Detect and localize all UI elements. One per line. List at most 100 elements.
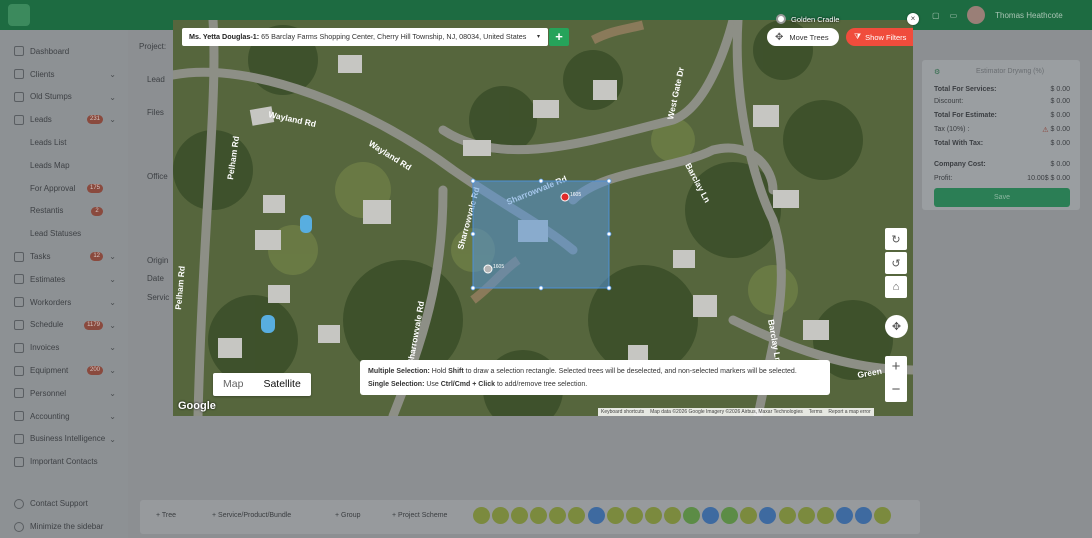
move-trees-button[interactable]: ✥ Move Trees — [767, 28, 839, 46]
report-error-link[interactable]: Report a map error — [828, 408, 870, 416]
tool-icon[interactable] — [854, 507, 872, 524]
keyboard-shortcuts-link[interactable]: Keyboard shortcuts — [601, 408, 644, 416]
sidebar-item[interactable]: Business Intelligence ⌄ — [0, 428, 128, 451]
sidebar-item[interactable]: Important Contacts — [0, 450, 128, 473]
address-text: 65 Barclay Farms Shopping Center, Cherry… — [259, 32, 527, 41]
sidebar-item[interactable]: Lead Statuses — [0, 222, 128, 245]
gear-icon[interactable]: ⚙ — [934, 68, 940, 76]
tool-icon[interactable] — [721, 507, 739, 524]
zoom-in-button[interactable]: + — [885, 356, 907, 379]
map-attribution: Keyboard shortcuts Map data ©2026 Google… — [598, 408, 874, 416]
nav-icon — [14, 388, 24, 399]
rotate-ccw-icon[interactable]: ↺ — [885, 252, 907, 274]
sidebar-item[interactable]: Clients ⌄ — [0, 63, 128, 86]
sidebar-item[interactable]: Leads 231 ⌄ — [0, 108, 128, 131]
rotate-cw-icon[interactable]: ↻ — [885, 228, 907, 250]
sidebar-item[interactable]: Workorders ⌄ — [0, 291, 128, 314]
map-type-satellite[interactable]: Satellite — [253, 373, 310, 396]
nav-icon — [14, 411, 24, 422]
tree-marker[interactable] — [483, 264, 493, 274]
avatar[interactable] — [967, 6, 986, 24]
sidebar-item[interactable]: Personnel ⌄ — [0, 382, 128, 405]
chevron-down-icon: ⌄ — [109, 411, 116, 421]
sidebar-item[interactable]: Old Stumps ⌄ — [0, 86, 128, 109]
sidebar-item[interactable]: Schedule 1179 ⌄ — [0, 314, 128, 337]
sidebar-item-label: Invoices — [30, 343, 60, 353]
sidebar-item[interactable]: Tasks 12 ⌄ — [0, 245, 128, 268]
project-label-office: Office — [147, 172, 168, 181]
notifications-icon[interactable]: ▢ — [932, 11, 940, 20]
project-label-date: Date — [147, 274, 164, 283]
tool-icon[interactable] — [644, 507, 662, 524]
tool-icon[interactable] — [816, 507, 834, 524]
address-select[interactable]: Ms. Yetta Douglas-1: 65 Barclay Farms Sh… — [182, 28, 548, 46]
app-logo[interactable] — [8, 4, 30, 26]
sidebar-item[interactable]: Restantis 2 — [0, 200, 128, 223]
tool-icon[interactable] — [511, 507, 529, 524]
sidebar-item[interactable]: Dashboard — [0, 40, 128, 63]
address-client: Ms. Yetta Douglas-1: — [189, 32, 260, 41]
save-button[interactable]: Save — [934, 188, 1070, 207]
tool-icon[interactable] — [492, 507, 510, 524]
tool-icon[interactable] — [568, 507, 586, 524]
add-tree-button[interactable]: + Tree — [156, 512, 176, 519]
tool-icon[interactable] — [797, 507, 815, 524]
chevron-down-icon: ⌄ — [109, 252, 116, 262]
collapse-icon — [14, 521, 24, 532]
tool-icon[interactable] — [873, 507, 891, 524]
user-name[interactable]: Thomas Heathcote — [995, 11, 1063, 20]
chat-icon[interactable]: ▭ — [950, 11, 958, 20]
tool-icon[interactable] — [549, 507, 567, 524]
add-address-button[interactable]: + — [549, 28, 569, 46]
tool-icon[interactable] — [587, 507, 605, 524]
tool-icon[interactable] — [683, 507, 701, 524]
sidebar-item[interactable]: Leads List — [0, 131, 128, 154]
summary-label: Tax (10%) : — [934, 126, 970, 133]
add-service-button[interactable]: + Service/Product/Bundle — [212, 512, 291, 519]
tool-icon[interactable] — [473, 507, 490, 524]
nav-icon — [14, 433, 24, 444]
sidebar-footer-item[interactable]: Contact Support — [0, 492, 128, 515]
sidebar-footer-item[interactable]: Minimize the sidebar — [0, 515, 128, 538]
chevron-down-icon: ⌄ — [109, 115, 116, 125]
tool-icon[interactable] — [759, 507, 777, 524]
sidebar-item[interactable]: For Approval 175 — [0, 177, 128, 200]
show-filters-button[interactable]: ⧩ Show Filters — [846, 28, 913, 46]
sidebar-item[interactable]: Estimates ⌄ — [0, 268, 128, 291]
pan-control-icon[interactable]: ✥ — [885, 315, 908, 338]
satellite-map[interactable]: Wayland Rd Wayland Rd Sharrowvale Rd Sha… — [173, 20, 913, 416]
sidebar-item-label: Leads — [30, 115, 52, 125]
add-group-button[interactable]: + Group — [335, 512, 361, 519]
sidebar-item-label: Business Intelligence — [30, 434, 106, 444]
sidebar-item[interactable]: Invoices ⌄ — [0, 336, 128, 359]
tool-icon[interactable] — [702, 507, 720, 524]
tool-icon[interactable] — [606, 507, 624, 524]
tree-marker[interactable] — [560, 192, 570, 202]
map-type-map[interactable]: Map — [213, 373, 253, 396]
zoom-out-button[interactable]: − — [885, 379, 907, 402]
sidebar-footer-label: Contact Support — [30, 499, 88, 509]
selection-rectangle[interactable] — [472, 180, 610, 289]
sidebar-item[interactable]: Leads Map — [0, 154, 128, 177]
help-multi-key: Shift — [448, 368, 464, 375]
tool-icon[interactable] — [663, 507, 681, 524]
help-multi-text-a: Hold — [429, 368, 449, 375]
sidebar-item-label: Personnel — [30, 388, 67, 398]
sidebar-item[interactable]: Accounting ⌄ — [0, 405, 128, 428]
tool-icon[interactable] — [625, 507, 643, 524]
sidebar-item[interactable]: Equipment 200 ⌄ — [0, 359, 128, 382]
tool-icon[interactable] — [778, 507, 796, 524]
tool-icon[interactable] — [740, 507, 758, 524]
terms-link[interactable]: Terms — [809, 408, 823, 416]
summary-value: $ 0.00 — [1050, 140, 1070, 147]
tilt-icon[interactable]: ⌂ — [885, 276, 907, 298]
summary-row: Total For Services: $ 0.00 — [934, 86, 1070, 93]
tool-icon[interactable] — [835, 507, 853, 524]
tool-icon[interactable] — [530, 507, 548, 524]
close-icon[interactable]: × — [907, 13, 919, 25]
add-project-scheme-button[interactable]: + Project Scheme — [392, 512, 447, 519]
golden-cradle-marker[interactable]: Golden Cradle — [776, 14, 839, 24]
estimator-select[interactable]: Estimator Drywng (%) — [976, 68, 1044, 75]
sidebar-item-label: Dashboard — [30, 46, 70, 56]
sidebar-item-label: Tasks — [30, 252, 51, 262]
